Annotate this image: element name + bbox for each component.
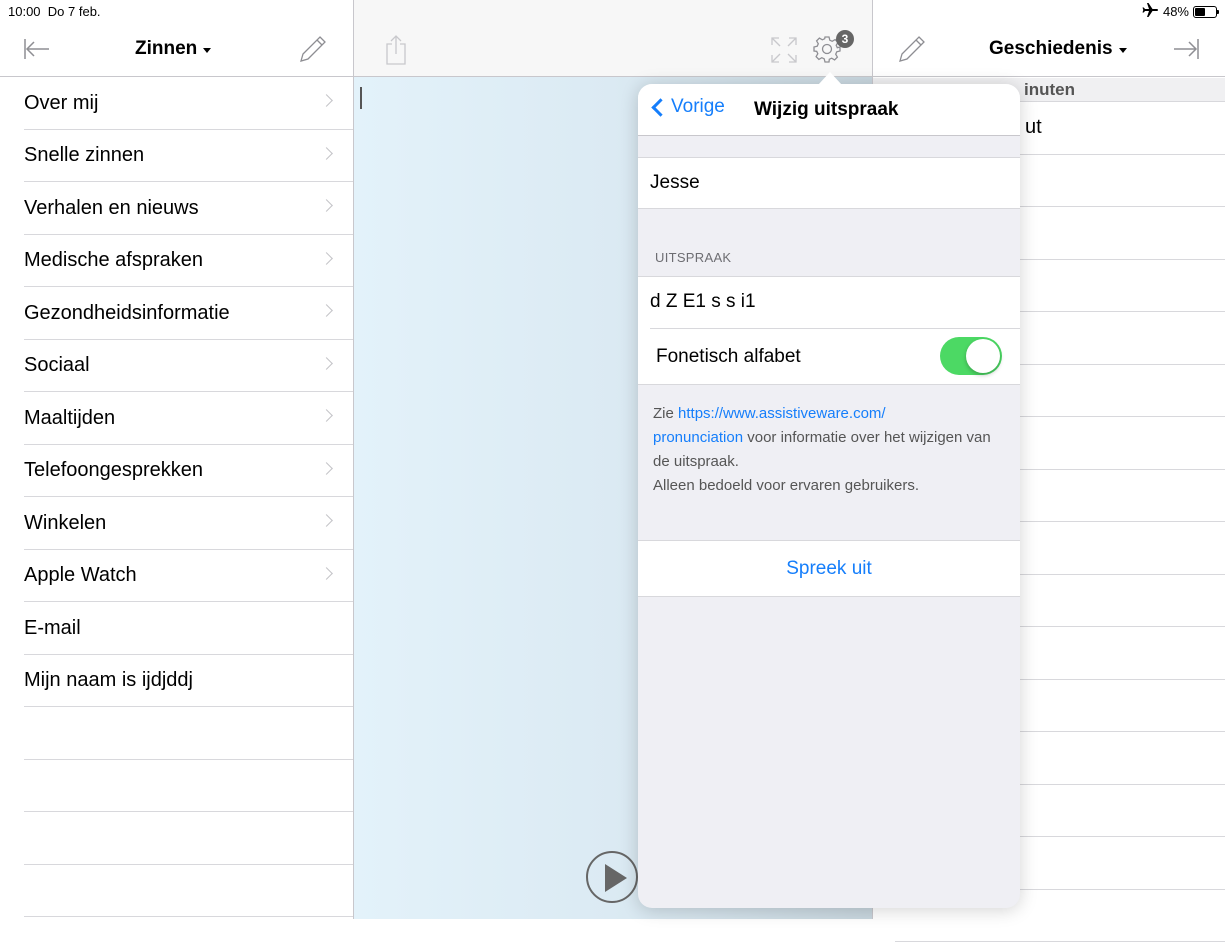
phrase-item[interactable]: Winkelen: [0, 497, 353, 550]
pronunciation-help-text: Zie https://www.assistiveware.com/pronun…: [653, 402, 1003, 498]
phonetic-label: Fonetisch alfabet: [656, 346, 801, 368]
status-clock: 10:00: [8, 4, 41, 19]
toggle-knob: [966, 339, 1000, 373]
chevron-down-icon: [1119, 48, 1127, 53]
phrase-label: Verhalen en nieuws: [24, 197, 199, 220]
word-field[interactable]: Jesse: [638, 157, 1020, 209]
word-text: Jesse: [650, 172, 700, 194]
phrase-item[interactable]: Mijn naam is ijdjddj: [0, 655, 353, 708]
pronunciation-text: d Z E1 s s i1: [650, 291, 756, 313]
chevron-down-icon: [203, 48, 211, 53]
history-title-dropdown[interactable]: Geschiedenis: [989, 38, 1127, 60]
phrase-label: Over mij: [24, 92, 98, 115]
help-prefix: Zie: [653, 405, 678, 422]
pronunciation-group: d Z E1 s s i1 Fonetisch alfabet: [638, 276, 1020, 385]
phrases-list: Over mij Snelle zinnen Verhalen en nieuws M…: [0, 77, 353, 917]
phrase-item[interactable]: [0, 865, 353, 918]
fullscreen-icon[interactable]: [770, 36, 798, 69]
phrase-label: Medische afspraken: [24, 249, 203, 272]
collapse-right-icon[interactable]: [1169, 34, 1203, 64]
phrases-panel: Zinnen Over mij Snelle zinnen Verhalen en …: [0, 0, 354, 919]
status-date: Do 7 feb.: [48, 4, 101, 19]
chevron-right-icon: [320, 514, 333, 527]
phrase-item[interactable]: Maaltijden: [0, 392, 353, 445]
popover-arrow: [818, 72, 842, 85]
popover-title: Wijzig uitspraak: [754, 99, 898, 121]
edit-pronunciation-popover: Vorige Wijzig uitspraak Jesse UITSPRAAK …: [638, 84, 1020, 908]
phrase-item[interactable]: Gezondheidsinformatie: [0, 287, 353, 340]
chevron-right-icon: [320, 252, 333, 265]
phrase-label: Sociaal: [24, 354, 90, 377]
phrase-label: Maaltijden: [24, 407, 115, 430]
chevron-right-icon: [320, 409, 333, 422]
help-link-line1[interactable]: https://www.assistiveware.com/: [678, 405, 886, 422]
back-button[interactable]: Vorige: [648, 96, 725, 118]
phrase-label: Apple Watch: [24, 564, 137, 587]
phrase-label: Mijn naam is ijdjddj: [24, 669, 193, 692]
chevron-right-icon: [320, 357, 333, 370]
phrase-item[interactable]: Medische afspraken: [0, 235, 353, 288]
chevron-right-icon: [320, 462, 333, 475]
speak-button[interactable]: Spreek uit: [638, 540, 1020, 597]
phrase-item[interactable]: [0, 760, 353, 813]
chevron-right-icon: [320, 304, 333, 317]
collapse-left-icon[interactable]: [20, 34, 54, 64]
phrase-item[interactable]: Over mij: [0, 77, 353, 130]
pronunciation-field[interactable]: d Z E1 s s i1: [638, 277, 1020, 328]
help-note: Alleen bedoeld voor ervaren gebruikers.: [653, 477, 919, 494]
chevron-right-icon: [320, 199, 333, 212]
edit-pencil-icon[interactable]: [296, 34, 330, 64]
status-bar: 10:00 Do 7 feb. 48%: [0, 0, 1225, 22]
history-section-label: inuten: [1024, 78, 1075, 102]
phrase-item[interactable]: Verhalen en nieuws: [0, 182, 353, 235]
status-time: 10:00 Do 7 feb.: [8, 4, 101, 19]
phrase-item[interactable]: Sociaal: [0, 340, 353, 393]
phrase-label: Gezondheidsinformatie: [24, 302, 230, 325]
phrase-label: Telefoongesprekken: [24, 459, 203, 482]
back-label: Vorige: [671, 96, 725, 118]
history-header: Geschiedenis: [873, 22, 1225, 77]
settings-badge: 3: [836, 30, 854, 48]
phrase-item[interactable]: [0, 707, 353, 760]
phrase-label: E-mail: [24, 617, 81, 640]
share-icon[interactable]: [384, 34, 408, 71]
phrases-title: Zinnen: [135, 38, 197, 60]
phrase-item[interactable]: E-mail: [0, 602, 353, 655]
history-title: Geschiedenis: [989, 38, 1113, 60]
phonetic-toggle[interactable]: [940, 337, 1002, 375]
text-cursor: [360, 87, 362, 109]
history-row-label: ut: [1025, 116, 1042, 139]
play-button[interactable]: [586, 851, 638, 903]
phrase-item[interactable]: Apple Watch: [0, 550, 353, 603]
phrases-title-dropdown[interactable]: Zinnen: [135, 38, 211, 60]
chevron-left-icon: [651, 98, 669, 116]
popover-nav-bar: Vorige Wijzig uitspraak: [638, 84, 1020, 136]
battery-percent: 48%: [1163, 4, 1189, 19]
phrase-item[interactable]: [0, 812, 353, 865]
pronunciation-section-header: UITSPRAAK: [655, 250, 731, 265]
phrase-item[interactable]: Snelle zinnen: [0, 130, 353, 183]
phrases-header: Zinnen: [0, 22, 353, 77]
chevron-right-icon: [320, 147, 333, 160]
phonetic-row: Fonetisch alfabet: [638, 329, 1020, 385]
chevron-right-icon: [320, 567, 333, 580]
airplane-icon: [1142, 3, 1159, 20]
status-right: 48%: [1142, 3, 1217, 20]
edit-pencil-icon[interactable]: [895, 34, 929, 64]
chevron-right-icon: [320, 94, 333, 107]
phrase-label: Snelle zinnen: [24, 144, 144, 167]
help-link-line2[interactable]: pronunciation: [653, 429, 743, 446]
phrase-item[interactable]: Telefoongesprekken: [0, 445, 353, 498]
phrase-label: Winkelen: [24, 512, 106, 535]
battery-icon: [1193, 6, 1217, 18]
